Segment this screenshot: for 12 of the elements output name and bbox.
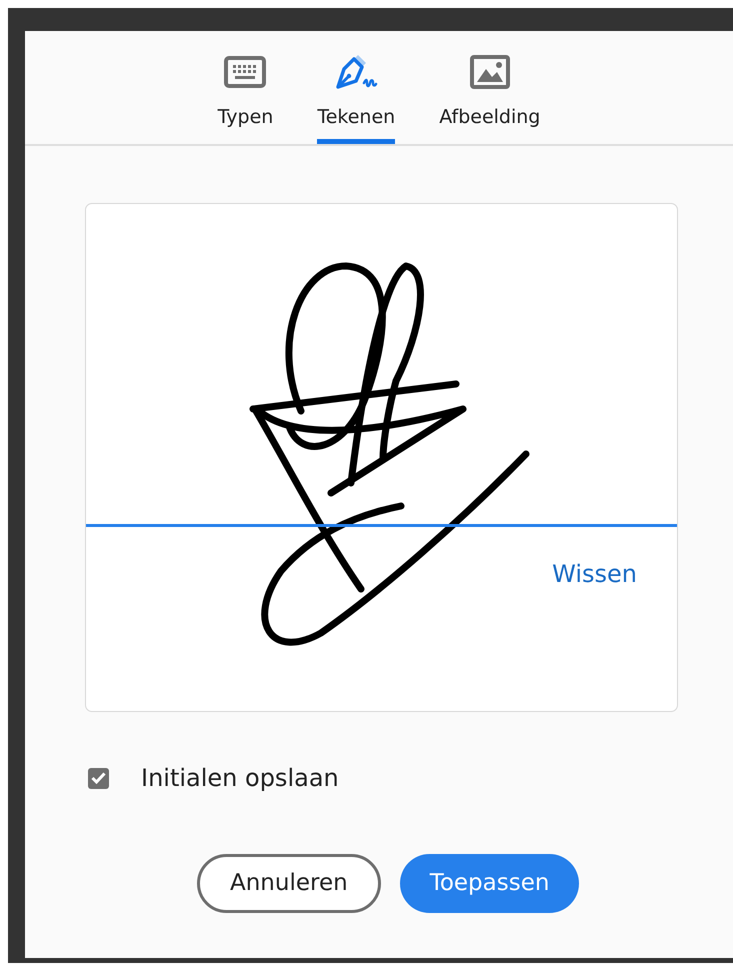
tab[interactable]: Tekenen (317, 53, 396, 144)
cancel-button[interactable]: Annuleren (197, 854, 381, 913)
tab[interactable]: Typen (218, 53, 274, 144)
pen-nib-icon (334, 53, 378, 91)
tab[interactable]: Afbeelding (439, 53, 540, 144)
clear-link[interactable]: Wissen (552, 556, 637, 592)
drawing-area[interactable]: Wissen (85, 203, 678, 712)
checkbox-label: Initialen opslaan (141, 763, 339, 794)
keyboard-icon (224, 56, 266, 88)
image-icon (470, 55, 510, 89)
checkbox[interactable] (88, 768, 109, 788)
apply-button[interactable]: Toepassen (400, 854, 580, 913)
